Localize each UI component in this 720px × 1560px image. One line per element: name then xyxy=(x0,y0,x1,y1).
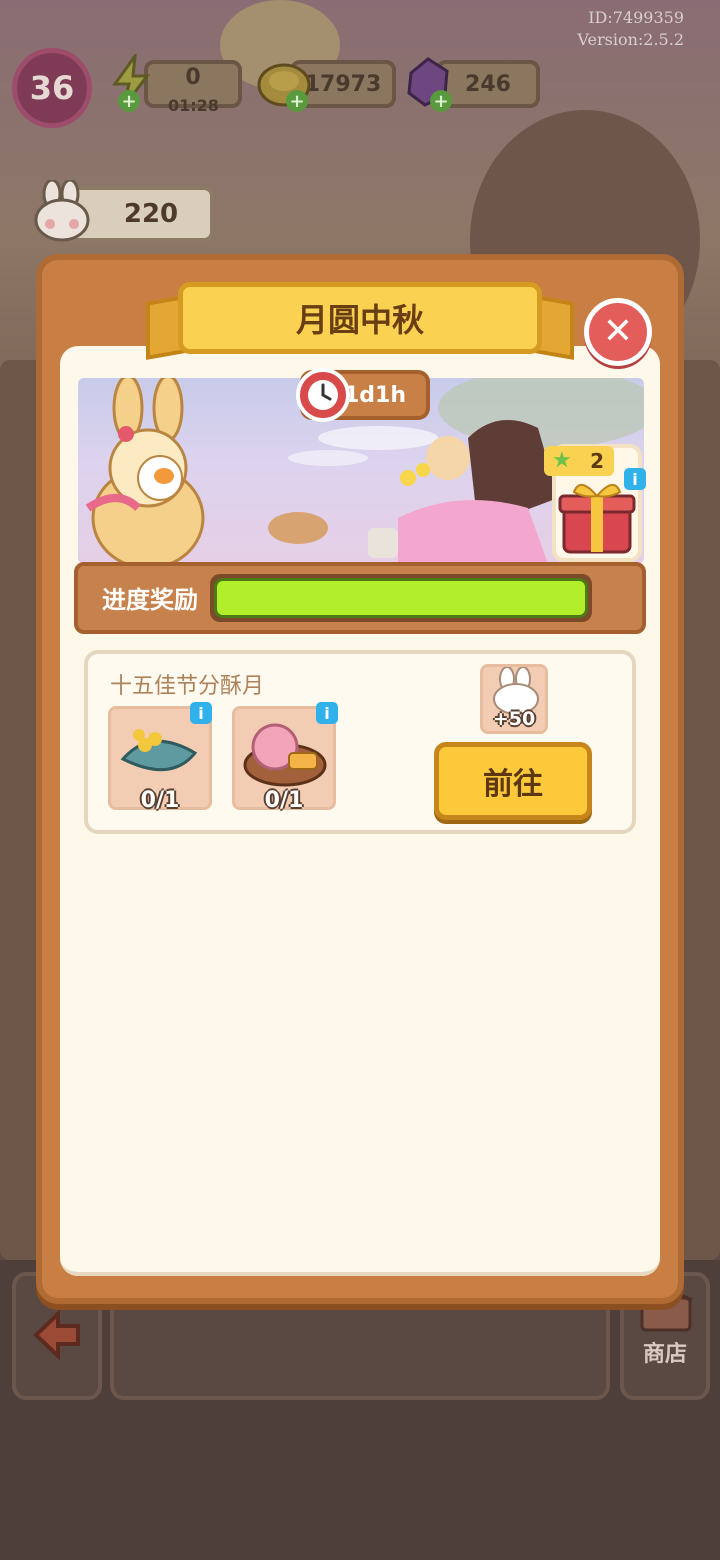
level-number: 36 xyxy=(29,69,75,107)
item-info-icon[interactable]: i xyxy=(316,702,338,724)
star-icon: ★ xyxy=(552,448,572,473)
task-item-count: 0/1 xyxy=(264,788,304,813)
gift-star-badge: ★ 2 xyxy=(544,446,614,476)
energy-value: 0 xyxy=(185,64,201,90)
gift-info-icon[interactable]: i xyxy=(624,468,646,490)
progress-track xyxy=(210,574,592,622)
player-id: ID:7499359 xyxy=(588,8,684,27)
exit-icon xyxy=(33,1309,80,1361)
item-info-icon[interactable]: i xyxy=(190,702,212,724)
progress-label: 进度奖励 xyxy=(102,586,198,614)
modal-title: 月圆中秋 xyxy=(178,282,542,354)
coin-plus-icon[interactable]: + xyxy=(286,90,308,112)
gem-value: 246 xyxy=(465,71,511,97)
clock-icon xyxy=(296,368,350,422)
close-icon: ✕ xyxy=(602,311,634,352)
shop-label: 商店 xyxy=(642,1342,687,1367)
gem-plus-icon[interactable]: + xyxy=(430,90,452,112)
task-reward-amount: +50 xyxy=(492,708,536,730)
energy-timer: 01:28 xyxy=(168,96,219,115)
bunny-point-value: 220 xyxy=(123,199,179,229)
energy-plus-icon[interactable]: + xyxy=(118,90,140,112)
bunny-token-icon xyxy=(30,178,94,244)
task-title: 十五佳节分酥月 xyxy=(110,674,265,699)
go-button[interactable]: 前往 xyxy=(434,742,592,820)
event-timer-text: 1d1h xyxy=(343,382,406,408)
level-badge[interactable]: 36 xyxy=(12,48,92,128)
close-button[interactable]: ✕ xyxy=(584,298,652,366)
version-label: Version:2.5.2 xyxy=(577,30,684,49)
task-item-count: 0/1 xyxy=(140,788,180,813)
gift-star-count: 2 xyxy=(590,449,604,473)
progress-fill xyxy=(214,578,588,618)
modal-page-edge xyxy=(60,1236,660,1276)
coin-value: 17973 xyxy=(304,71,382,97)
